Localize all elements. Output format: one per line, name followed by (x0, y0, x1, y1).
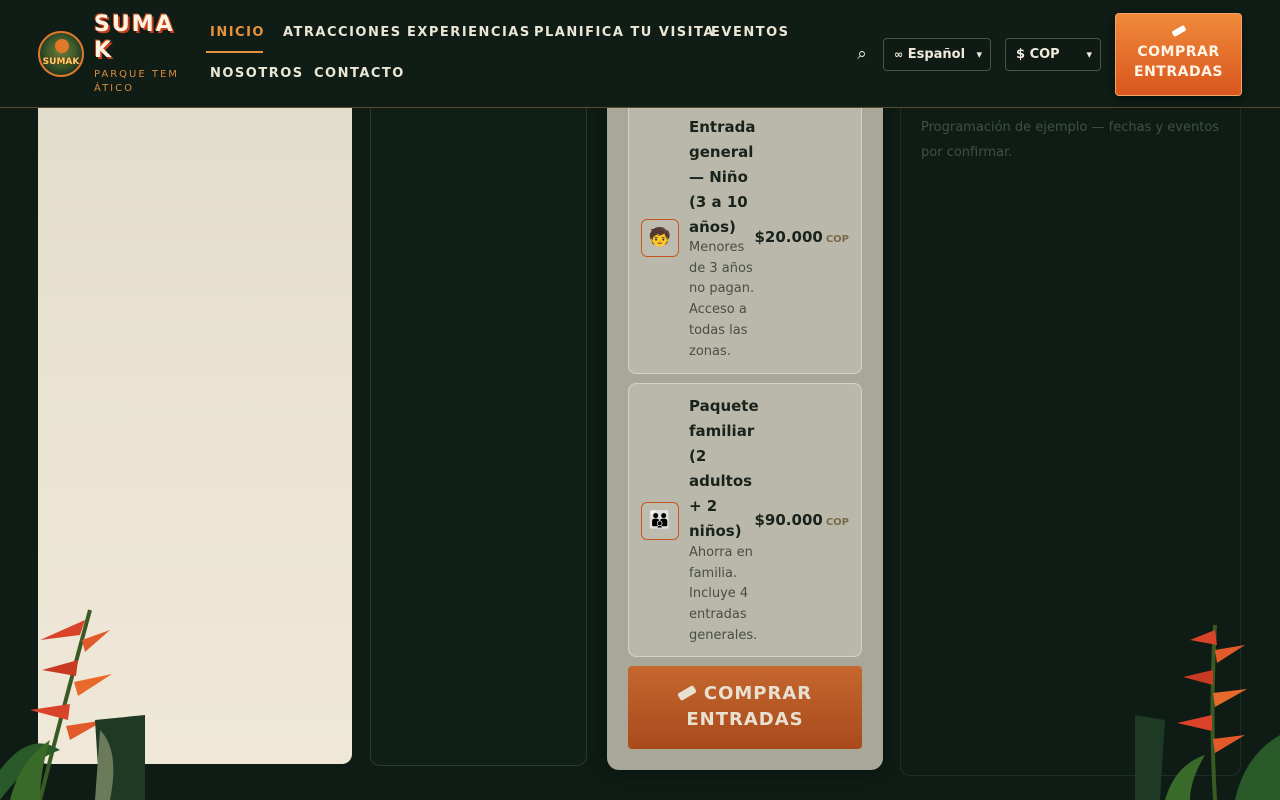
events-note: Programación de ejemplo — fechas y event… (921, 120, 1220, 160)
events-panel: Programación de ejemplo — fechas y event… (900, 100, 1241, 776)
image-panel (38, 100, 352, 764)
sun-icon (55, 39, 69, 53)
ticket-price: $90.000 COP (755, 511, 850, 529)
ticket-title: Entrada general — Niño (3 a 10 años) (689, 118, 756, 236)
logo-text: SUMAK (42, 57, 80, 67)
search-icon[interactable]: ⌕ (853, 44, 871, 64)
chevron-down-icon: ▾ (976, 48, 982, 61)
nav-item-contacto[interactable]: CONTACTO (314, 66, 405, 81)
nav-item-eventos[interactable]: EVENTOS (711, 25, 789, 40)
buy-tickets-label: COMPRAR ENTRADAS (1134, 44, 1223, 80)
chevron-down-icon: ▾ (1086, 48, 1092, 61)
ticket-card[interactable]: 🧒 Entrada general — Niño (3 a 10 años) M… (628, 100, 862, 374)
child-icon: 🧒 (641, 219, 679, 257)
price-currency: COP (825, 234, 849, 245)
brand-subtitle: PARQUE TEMÁTICO (94, 69, 179, 94)
buy-tickets-label: COMPRAR ENTRADAS (686, 683, 813, 730)
nav-item-planifica[interactable]: PLANIFICA TU VISITA (534, 25, 715, 40)
buy-tickets-button[interactable]: COMPRAR ENTRADAS (1115, 13, 1242, 96)
logo-icon[interactable]: SUMAK (38, 31, 84, 77)
brand-name[interactable]: SUMAK (94, 12, 180, 64)
content-panel (370, 100, 587, 766)
ticket-description: Ahorra en familia. Incluye 4 entradas ge… (689, 545, 758, 643)
ticket-title: Paquete familiar (2 adultos + 2 niños) (689, 397, 759, 540)
currency-select[interactable]: $ COP ▾ (1005, 38, 1101, 71)
language-value: Español (907, 47, 966, 62)
tickets-panel: 🧒 Entrada general — Niño (3 a 10 años) M… (607, 100, 883, 770)
ticket-price: $20.000 COP (755, 228, 850, 246)
nav-item-experiencias[interactable]: EXPERIENCIAS (407, 25, 531, 40)
ticket-card[interactable]: 👪 Paquete familiar (2 adultos + 2 niños)… (628, 383, 862, 657)
ticket-description: Menores de 3 años no pagan. Acceso a tod… (689, 240, 755, 359)
ticket-icon (677, 685, 697, 701)
nav-active-underline (206, 51, 263, 53)
buy-tickets-button[interactable]: COMPRAR ENTRADAS (628, 666, 862, 749)
price-value: $90.000 (754, 511, 823, 529)
price-currency: COP (825, 517, 849, 528)
currency-value: $ COP (1016, 47, 1060, 62)
language-select[interactable]: ∞ Español ▾ (883, 38, 991, 71)
globe-icon: ∞ (894, 48, 904, 61)
nav-item-inicio[interactable]: INICIO (210, 25, 265, 40)
price-value: $20.000 (754, 228, 823, 246)
family-icon: 👪 (641, 502, 679, 540)
ticket-icon (1170, 24, 1187, 38)
nav-item-nosotros[interactable]: NOSOTROS (210, 66, 304, 81)
site-header: SUMAK SUMAK PARQUE TEMÁTICO INICIO ATRAC… (0, 0, 1280, 108)
nav-item-atracciones[interactable]: ATRACCIONES (283, 25, 402, 40)
